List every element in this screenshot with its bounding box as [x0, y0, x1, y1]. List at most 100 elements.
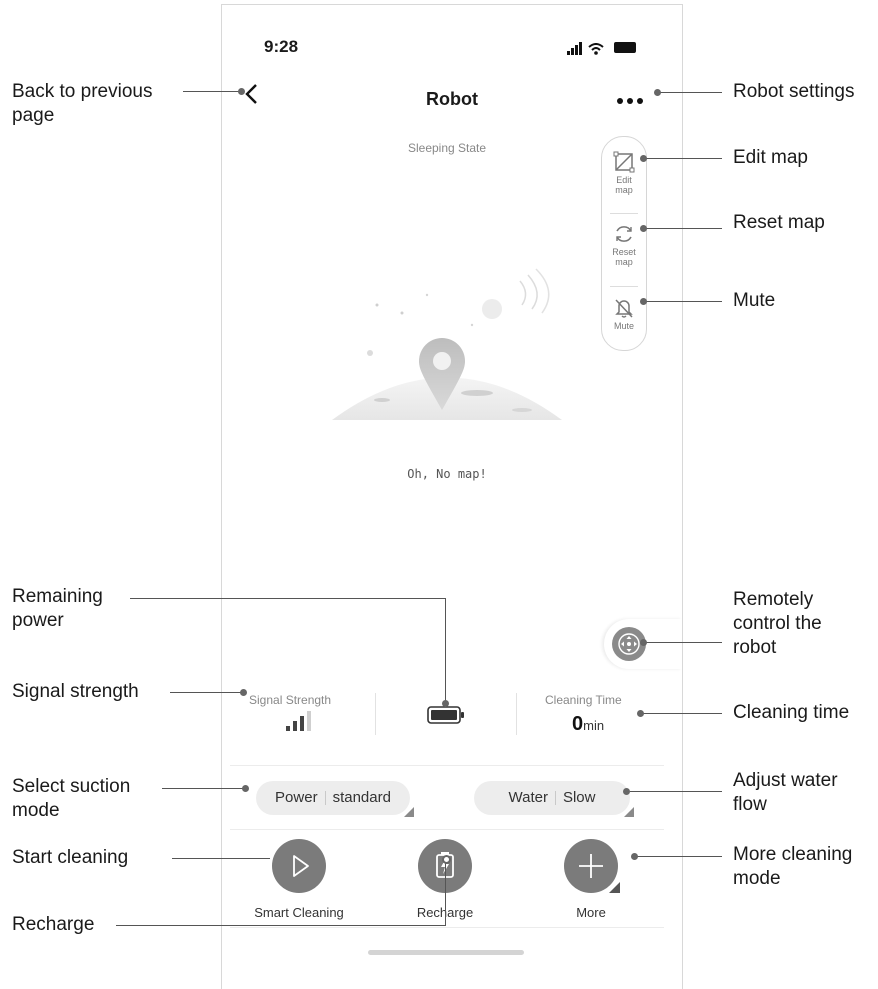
callout-back: Back to previous page	[12, 80, 152, 128]
leader-line	[630, 791, 722, 792]
tool-divider	[610, 286, 638, 287]
leader-dot	[442, 700, 449, 707]
page-title: Robot	[426, 89, 478, 109]
callout-remote-line2: control the	[733, 613, 822, 634]
leader-dot	[442, 855, 451, 864]
cleaning-time-unit: min	[583, 718, 605, 733]
stats-divider	[375, 693, 376, 735]
cellular-signal-icon	[567, 38, 588, 55]
callout-back-line1: Back to previous	[12, 81, 153, 102]
suction-mode-selector[interactable]: Power standard	[256, 781, 414, 817]
leader-line	[645, 642, 722, 643]
smart-cleaning-button[interactable]	[272, 839, 326, 893]
leader-dot	[242, 785, 249, 792]
callout-more-line1: More cleaning	[733, 844, 853, 865]
callout-reset-map: Reset map	[733, 212, 825, 233]
leader-dot	[654, 89, 661, 96]
leader-line	[445, 598, 446, 702]
empty-map-illustration	[332, 268, 562, 420]
callout-remaining-power-line2: power	[12, 610, 64, 631]
leader-dot	[640, 639, 647, 646]
leader-line	[162, 788, 244, 789]
callout-remaining-power-line1: Remaining	[12, 586, 103, 607]
leader-line	[172, 858, 270, 859]
leader-line	[645, 228, 722, 229]
callout-water-line2: flow	[733, 794, 767, 815]
leader-line	[645, 301, 722, 302]
leader-dot	[640, 155, 647, 162]
leader-dot	[631, 853, 638, 860]
edit-map-label-1: Edit	[616, 175, 632, 185]
phone-screen: 9:28 Robot Sleeping State Edit map Reset…	[221, 4, 683, 989]
callout-mute: Mute	[733, 290, 776, 311]
tool-divider	[610, 213, 638, 214]
dropdown-corner-icon	[404, 807, 414, 817]
reset-map-icon	[616, 226, 632, 242]
more-dots-icon	[617, 98, 643, 104]
signal-bars-icon	[286, 711, 311, 731]
suction-mode-label: Power	[275, 789, 318, 806]
water-flow-label: Water	[508, 789, 548, 806]
leader-line	[130, 598, 446, 599]
leader-line	[183, 91, 241, 92]
callout-robot-settings: Robot settings	[733, 81, 855, 102]
section-divider	[230, 927, 664, 928]
battery-status-icon	[614, 41, 637, 53]
leader-line	[642, 713, 722, 714]
robot-settings-button[interactable]	[616, 85, 644, 111]
status-icons	[567, 38, 637, 55]
reset-map-label-1: Reset	[612, 247, 636, 257]
leader-dot	[640, 298, 647, 305]
more-label: More	[576, 905, 606, 920]
suction-mode-value: standard	[332, 789, 391, 806]
leader-line	[657, 92, 722, 93]
water-flow-value: Slow	[562, 789, 596, 806]
edit-map-icon	[613, 151, 635, 173]
callout-remaining-power: Remaining power	[12, 585, 103, 633]
cleaning-time-label: Cleaning Time	[545, 693, 622, 707]
callout-suction-line2: mode	[12, 800, 60, 821]
leader-line	[116, 925, 446, 926]
leader-dot	[238, 88, 245, 95]
leader-dot	[640, 225, 647, 232]
callout-signal-strength: Signal strength	[12, 681, 139, 702]
water-flow-selector[interactable]: Water Slow	[474, 781, 634, 817]
leader-dot	[240, 689, 247, 696]
stats-divider	[516, 693, 517, 735]
map-tools-panel: Edit map Reset map Mute	[601, 136, 647, 351]
callout-suction-mode: Select suction mode	[12, 775, 130, 823]
cleaning-time-value: 0min	[572, 713, 604, 736]
callout-remote-control: Remotely control the robot	[733, 588, 822, 660]
leader-line	[637, 856, 722, 857]
more-corner-icon	[609, 882, 620, 893]
reset-map-label-2: map	[615, 257, 633, 267]
leader-line	[445, 860, 446, 926]
dropdown-corner-icon	[624, 807, 634, 817]
callout-cleaning-time: Cleaning time	[733, 702, 850, 723]
edit-map-label-2: map	[615, 185, 633, 195]
wifi-icon	[588, 38, 609, 55]
leader-dot	[623, 788, 630, 795]
callout-remote-line3: robot	[733, 637, 777, 658]
callout-water-flow: Adjust water flow	[733, 769, 838, 817]
callout-suction-line1: Select suction	[12, 776, 131, 797]
leader-dot	[637, 710, 644, 717]
no-map-message: Oh, No map!	[407, 467, 487, 481]
callout-back-line2: page	[12, 105, 55, 126]
callout-remote-line1: Remotely	[733, 589, 814, 610]
section-divider	[230, 829, 664, 830]
home-indicator	[368, 950, 524, 955]
callout-water-line1: Adjust water	[733, 770, 838, 791]
smart-cleaning-label: Smart Cleaning	[254, 905, 344, 920]
remaining-power-battery-icon	[427, 706, 464, 724]
callout-recharge: Recharge	[12, 914, 95, 935]
leader-line	[170, 692, 244, 693]
signal-strength-label: Signal Strength	[249, 693, 332, 707]
section-divider	[230, 765, 664, 766]
cleaning-time-number: 0	[572, 713, 584, 735]
leader-line	[645, 158, 722, 159]
more-button[interactable]	[564, 839, 620, 893]
bell-mute-icon	[615, 299, 633, 318]
callout-start-cleaning: Start cleaning	[12, 847, 129, 868]
callout-more-cleaning-mode: More cleaning mode	[733, 843, 852, 891]
